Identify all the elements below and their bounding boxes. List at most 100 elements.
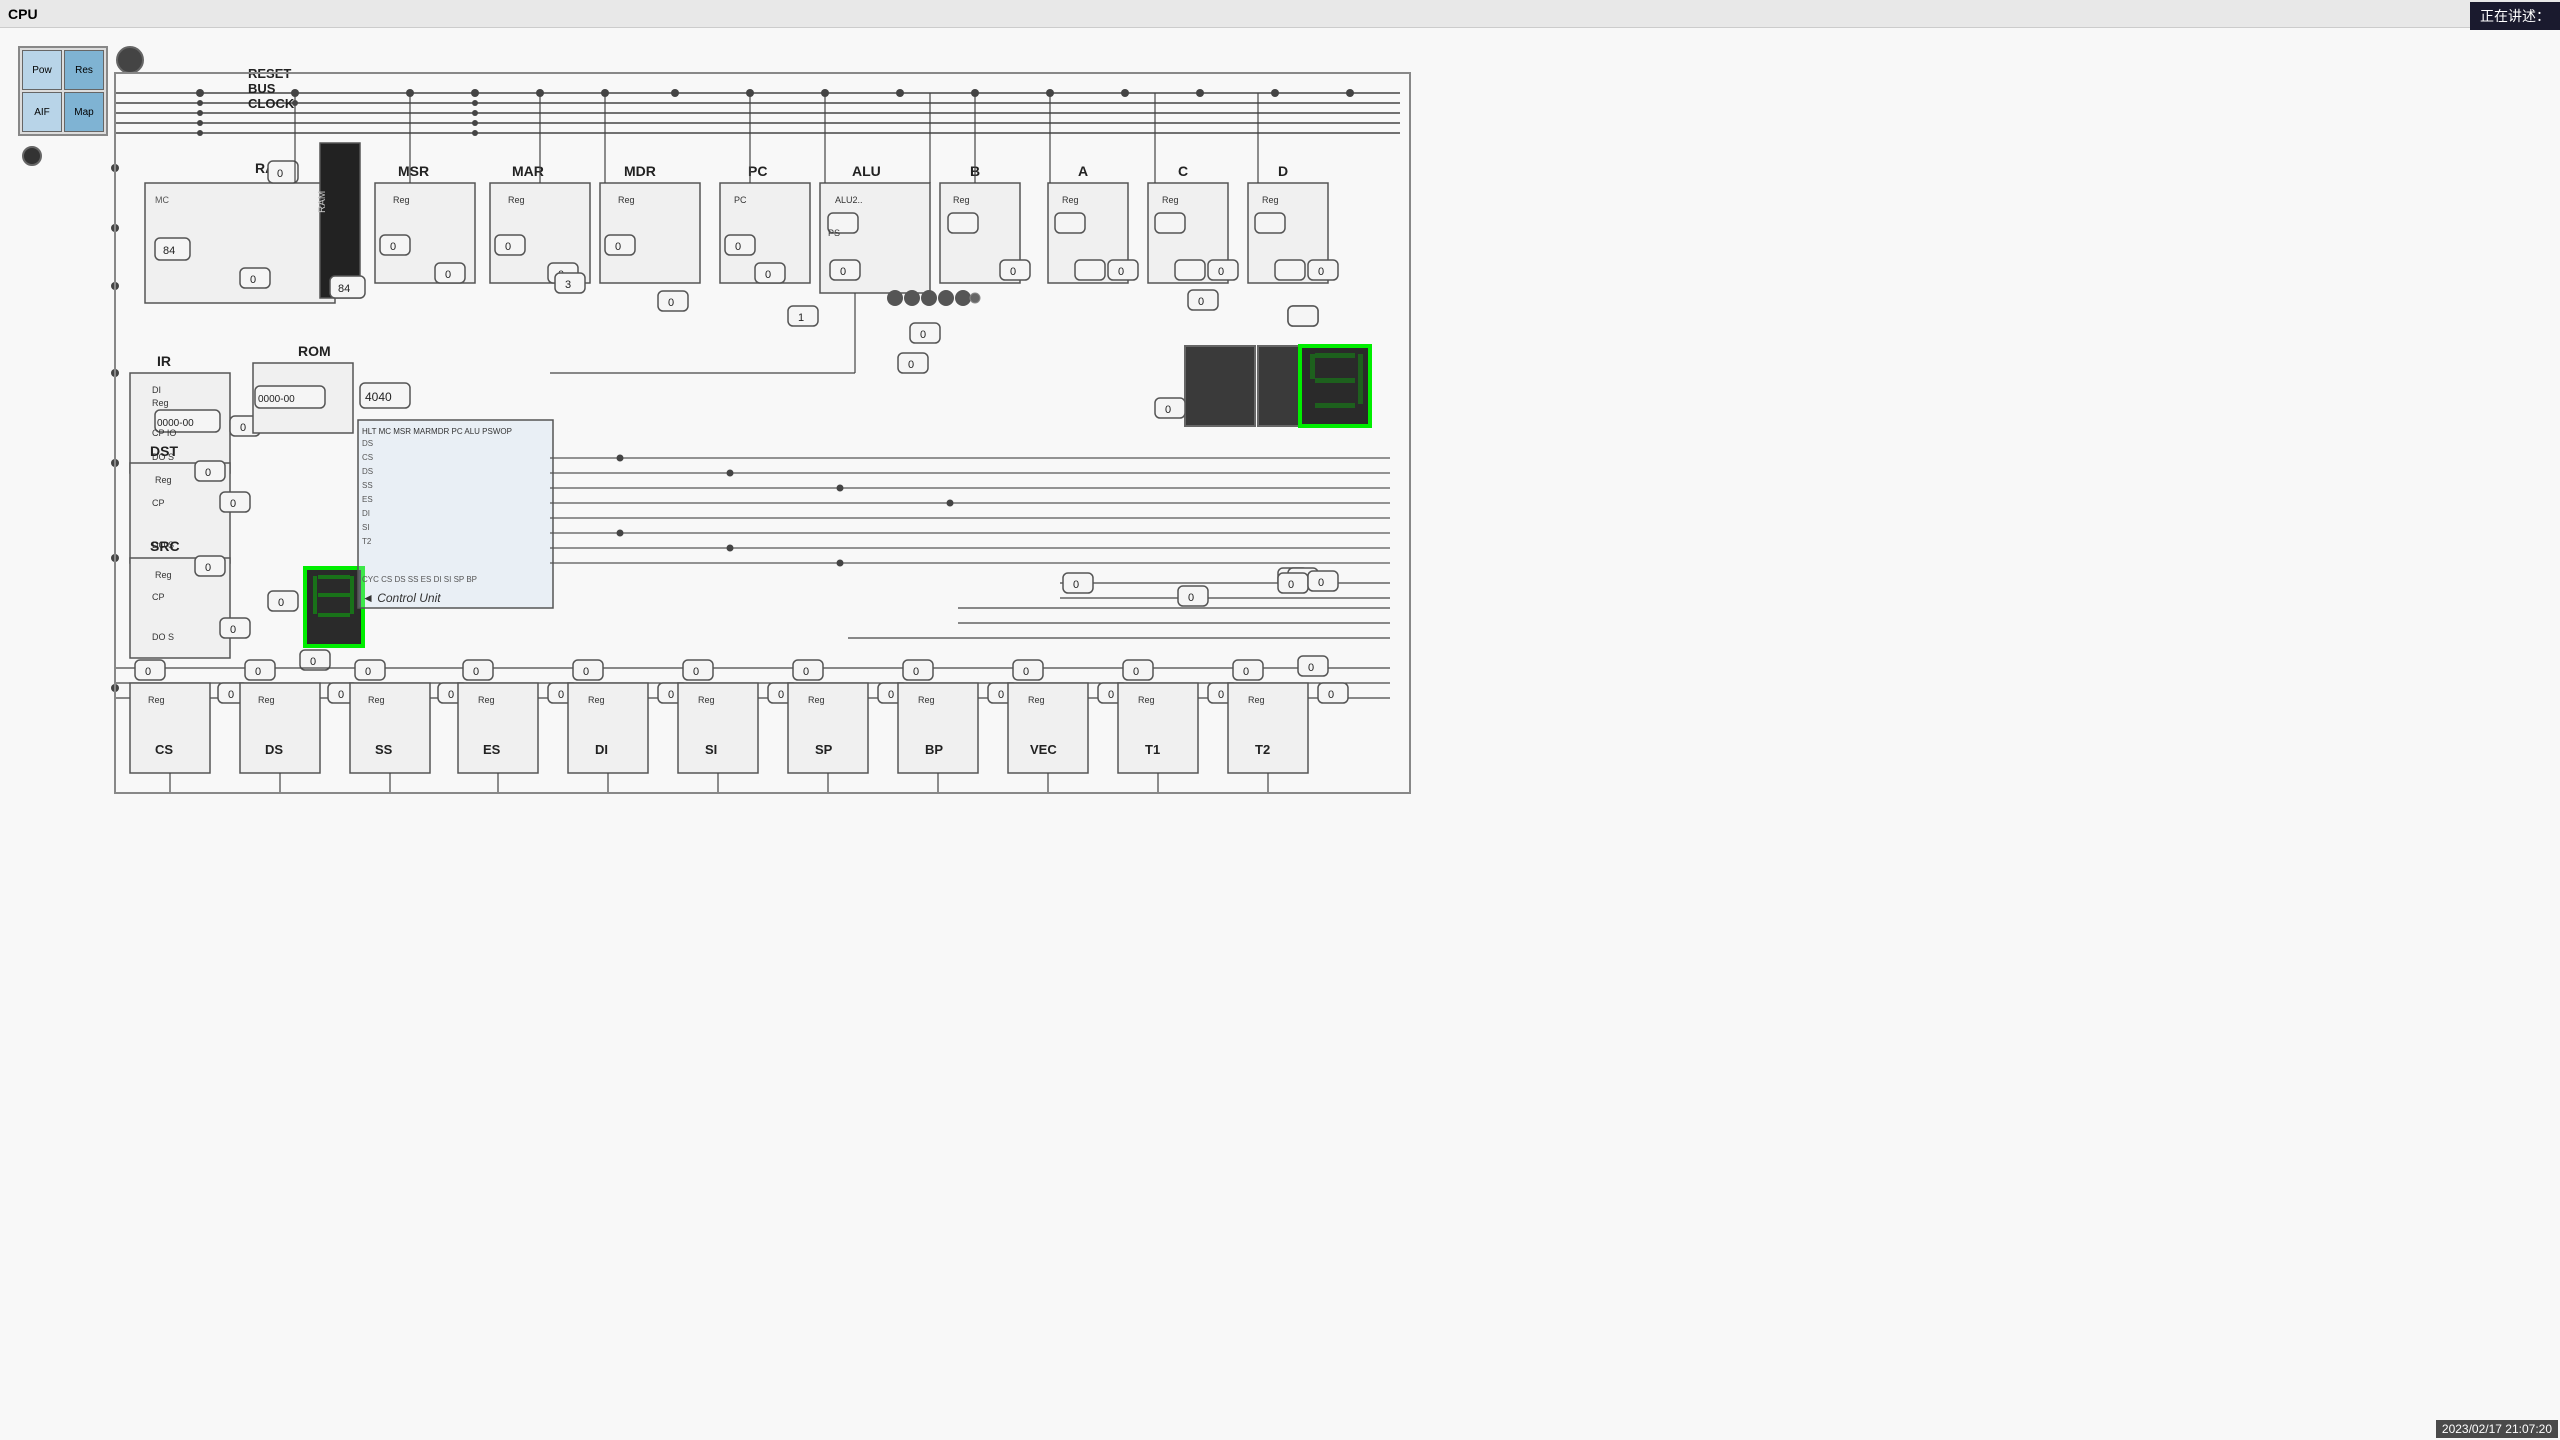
svg-text:0: 0 — [338, 689, 344, 701]
svg-text:0: 0 — [445, 269, 451, 281]
svg-text:C: C — [1178, 163, 1188, 179]
svg-text:0: 0 — [1133, 666, 1139, 678]
svg-text:CP: CP — [152, 498, 165, 508]
svg-text:0: 0 — [778, 689, 784, 701]
svg-text:0: 0 — [1308, 662, 1314, 674]
svg-text:0: 0 — [448, 689, 454, 701]
svg-text:Reg: Reg — [508, 195, 525, 205]
svg-text:1: 1 — [798, 312, 804, 324]
svg-text:0: 0 — [1288, 579, 1294, 591]
svg-text:CP IO: CP IO — [152, 428, 176, 438]
svg-text:DI: DI — [152, 385, 161, 395]
svg-text:ALU2..: ALU2.. — [835, 195, 863, 205]
svg-text:MAR: MAR — [512, 163, 544, 179]
svg-text:0: 0 — [1198, 296, 1204, 308]
svg-text:DST: DST — [150, 443, 178, 459]
svg-text:CS: CS — [362, 453, 373, 462]
lecture-label: 正在讲述： — [2480, 8, 2550, 24]
svg-text:0: 0 — [310, 656, 316, 668]
svg-text:VEC: VEC — [1030, 742, 1057, 757]
svg-text:ES: ES — [483, 742, 501, 757]
svg-text:0000-00: 0000-00 — [258, 394, 295, 405]
svg-text:T1: T1 — [1145, 742, 1160, 757]
svg-text:Reg: Reg — [1138, 695, 1155, 705]
svg-text:0: 0 — [1318, 266, 1324, 278]
svg-text:84: 84 — [163, 245, 175, 257]
svg-text:0: 0 — [278, 597, 284, 609]
svg-text:IR: IR — [157, 353, 171, 369]
svg-text:0: 0 — [1243, 666, 1249, 678]
svg-text:4040: 4040 — [365, 390, 392, 404]
svg-text:0: 0 — [505, 241, 511, 253]
svg-text:BUS: BUS — [248, 81, 276, 96]
svg-text:0: 0 — [205, 467, 211, 479]
svg-text:SS: SS — [375, 742, 393, 757]
svg-text:0: 0 — [1188, 592, 1194, 604]
svg-text:0: 0 — [558, 689, 564, 701]
svg-text:0: 0 — [277, 168, 283, 180]
svg-text:SS: SS — [362, 481, 373, 490]
svg-text:0: 0 — [390, 241, 396, 253]
svg-text:0: 0 — [1108, 689, 1114, 701]
svg-text:PS: PS — [828, 228, 840, 238]
svg-text:SI: SI — [705, 742, 717, 757]
svg-text:0: 0 — [735, 241, 741, 253]
svg-text:Reg: Reg — [588, 695, 605, 705]
svg-text:CP: CP — [152, 592, 165, 602]
svg-text:0: 0 — [693, 666, 699, 678]
svg-text:0: 0 — [1328, 689, 1334, 701]
circuit-svg: RESET BUS CLOCK RAM RAM MC 84 0 84 0 MSR… — [0, 28, 2560, 1440]
svg-text:PC: PC — [748, 163, 767, 179]
svg-text:BP: BP — [925, 742, 943, 757]
svg-text:0: 0 — [1023, 666, 1029, 678]
svg-text:Reg: Reg — [1028, 695, 1045, 705]
svg-text:0: 0 — [1218, 266, 1224, 278]
svg-text:0: 0 — [230, 498, 236, 510]
svg-text:Reg: Reg — [152, 398, 169, 408]
svg-text:MSR: MSR — [398, 163, 429, 179]
svg-text:SRC: SRC — [150, 538, 180, 554]
svg-text:Reg: Reg — [393, 195, 410, 205]
svg-text:0: 0 — [1318, 577, 1324, 589]
svg-text:0: 0 — [230, 624, 236, 636]
svg-text:0: 0 — [913, 666, 919, 678]
svg-text:Reg: Reg — [1262, 195, 1279, 205]
svg-text:0: 0 — [205, 562, 211, 574]
svg-text:0: 0 — [668, 689, 674, 701]
svg-text:HLT MC MSR MARMDR PC ALU PSWO: HLT MC MSR MARMDR PC ALU PSWOP — [362, 427, 512, 436]
svg-text:Reg: Reg — [368, 695, 385, 705]
circuit-area: Pow Res AIF Map RESET BUS CLOCK RAM RAM … — [0, 28, 2560, 1440]
svg-text:0: 0 — [803, 666, 809, 678]
svg-text:RAM: RAM — [317, 191, 328, 213]
svg-text:CLOCK: CLOCK — [248, 96, 295, 111]
svg-text:0: 0 — [908, 359, 914, 371]
svg-text:0: 0 — [255, 666, 261, 678]
svg-text:0: 0 — [145, 666, 151, 678]
svg-text:0: 0 — [920, 329, 926, 341]
svg-text:DI: DI — [362, 509, 370, 518]
svg-text:0: 0 — [240, 422, 246, 434]
svg-text:T2: T2 — [1255, 742, 1270, 757]
svg-text:0: 0 — [668, 297, 674, 309]
svg-text:0: 0 — [1165, 404, 1171, 416]
app-title: CPU — [8, 6, 38, 22]
timestamp: 2023/02/17 21:07:20 — [2436, 1420, 2558, 1438]
svg-text:0: 0 — [365, 666, 371, 678]
svg-text:DO S: DO S — [152, 632, 174, 642]
svg-text:T2: T2 — [362, 537, 372, 546]
svg-text:Reg: Reg — [1062, 195, 1079, 205]
svg-text:0: 0 — [1118, 266, 1124, 278]
svg-text:DS: DS — [265, 742, 283, 757]
svg-text:MC: MC — [155, 195, 169, 205]
svg-text:0: 0 — [1218, 689, 1224, 701]
svg-text:Reg: Reg — [478, 695, 495, 705]
svg-text:Reg: Reg — [258, 695, 275, 705]
svg-text:Reg: Reg — [618, 195, 635, 205]
svg-text:Reg: Reg — [1162, 195, 1179, 205]
svg-text:0: 0 — [840, 266, 846, 278]
svg-text:Reg: Reg — [155, 570, 172, 580]
top-right-overlay: 正在讲述： — [2470, 2, 2560, 30]
svg-text:◄ Control Unit: ◄ Control Unit — [362, 591, 441, 605]
svg-text:ES: ES — [362, 495, 373, 504]
svg-text:0: 0 — [998, 689, 1004, 701]
